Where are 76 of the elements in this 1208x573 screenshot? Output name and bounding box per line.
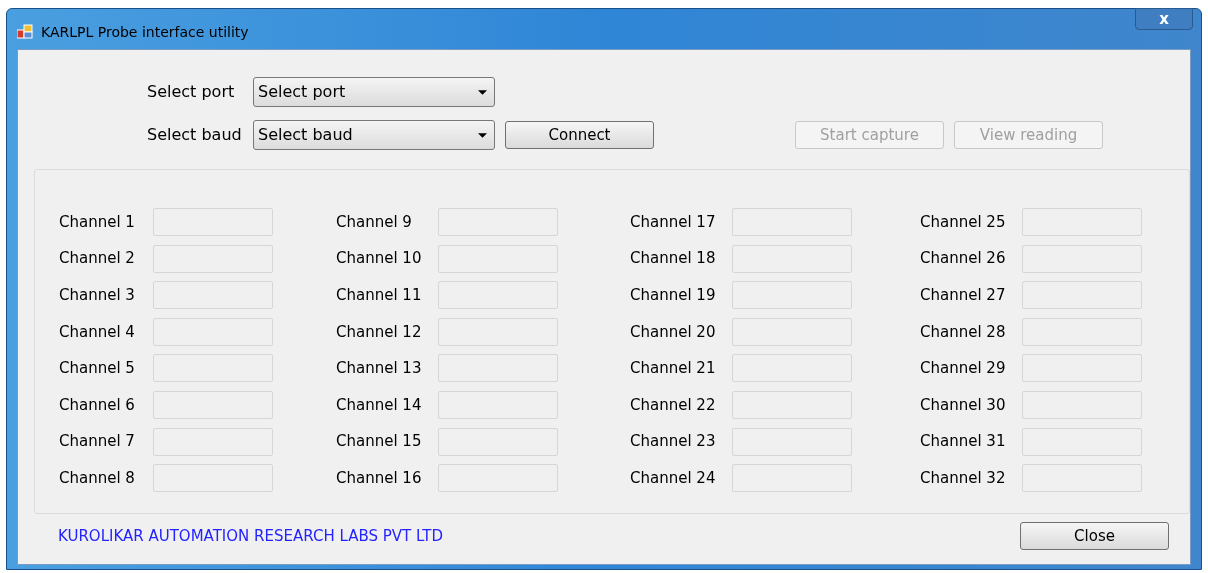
channel-value-field[interactable] (732, 208, 852, 236)
channel-label: Channel 31 (920, 431, 1007, 453)
baud-dropdown[interactable]: Select baud (253, 120, 495, 150)
channel-value-field[interactable] (438, 354, 558, 383)
channel-value-field[interactable] (153, 354, 273, 383)
channel-label: Channel 5 (59, 358, 136, 380)
channel-value-field[interactable] (153, 281, 273, 310)
channel-value-field[interactable] (1022, 281, 1142, 310)
channel-value-field[interactable] (1022, 244, 1142, 273)
channel-label: Channel 6 (59, 394, 136, 416)
company-name: KUROLIKAR AUTOMATION RESEARCH LABS PVT LTD (58, 525, 443, 547)
port-dropdown[interactable]: Select port (253, 77, 495, 107)
dropdown-arrow-icon (478, 132, 487, 138)
channel-label: Channel 28 (920, 321, 1007, 343)
channel-value-field[interactable] (1022, 317, 1142, 346)
port-label: Select port (147, 81, 236, 103)
channel-label: Channel 2 (59, 248, 136, 270)
channel-value-field[interactable] (1022, 427, 1142, 456)
dropdown-arrow-icon (478, 89, 487, 95)
channel-label: Channel 1 (59, 211, 136, 233)
channel-value-field[interactable] (732, 244, 852, 273)
channel-label: Channel 22 (630, 394, 717, 416)
connect-button[interactable]: Connect (505, 121, 654, 149)
channel-label: Channel 15 (336, 431, 423, 453)
channel-value-field[interactable] (438, 464, 558, 493)
channel-label: Channel 21 (630, 358, 717, 380)
close-button[interactable]: x (1135, 8, 1193, 30)
channel-label: Channel 32 (920, 467, 1007, 489)
channel-label: Channel 13 (336, 358, 423, 380)
channel-label: Channel 30 (920, 394, 1007, 416)
channel-label: Channel 14 (336, 394, 423, 416)
channel-value-field[interactable] (732, 317, 852, 346)
channel-value-field[interactable] (153, 390, 273, 419)
channel-label: Channel 25 (920, 211, 1007, 233)
channel-value-field[interactable] (153, 464, 273, 493)
channel-label: Channel 9 (336, 211, 413, 233)
channel-label: Channel 17 (630, 211, 717, 233)
channel-label: Channel 11 (336, 284, 423, 306)
channel-label: Channel 18 (630, 248, 717, 270)
channel-label: Channel 16 (336, 467, 423, 489)
channel-value-field[interactable] (1022, 390, 1142, 419)
channel-value-field[interactable] (153, 244, 273, 273)
channel-value-field[interactable] (438, 208, 558, 236)
baud-label: Select baud (147, 124, 243, 146)
window-title: KARLPL Probe interface utility (41, 23, 249, 42)
channel-value-field[interactable] (153, 208, 273, 236)
channel-value-field[interactable] (438, 390, 558, 419)
channel-value-field[interactable] (438, 317, 558, 346)
channel-label: Channel 3 (59, 284, 136, 306)
channel-value-field[interactable] (438, 281, 558, 310)
channel-label: Channel 7 (59, 431, 136, 453)
channel-value-field[interactable] (153, 427, 273, 456)
channel-label: Channel 27 (920, 284, 1007, 306)
channel-label: Channel 29 (920, 358, 1007, 380)
channel-value-field[interactable] (732, 281, 852, 310)
channel-label: Channel 10 (336, 248, 423, 270)
channel-label: Channel 23 (630, 431, 717, 453)
channel-value-field[interactable] (1022, 464, 1142, 493)
channel-value-field[interactable] (732, 354, 852, 383)
close-button[interactable]: Close (1020, 522, 1169, 550)
channel-value-field[interactable] (1022, 354, 1142, 383)
channel-label: Channel 8 (59, 467, 136, 489)
channel-label: Channel 19 (630, 284, 717, 306)
channel-value-field[interactable] (732, 390, 852, 419)
channel-label: Channel 4 (59, 321, 136, 343)
channel-label: Channel 12 (336, 321, 423, 343)
channel-value-field[interactable] (438, 427, 558, 456)
channel-value-field[interactable] (438, 244, 558, 273)
channel-label: Channel 20 (630, 321, 717, 343)
channel-value-field[interactable] (1022, 208, 1142, 236)
app-icon (17, 24, 33, 40)
channel-value-field[interactable] (732, 427, 852, 456)
channel-label: Channel 26 (920, 248, 1007, 270)
channel-value-field[interactable] (153, 317, 273, 346)
channel-value-field[interactable] (732, 464, 852, 493)
channel-label: Channel 24 (630, 467, 717, 489)
